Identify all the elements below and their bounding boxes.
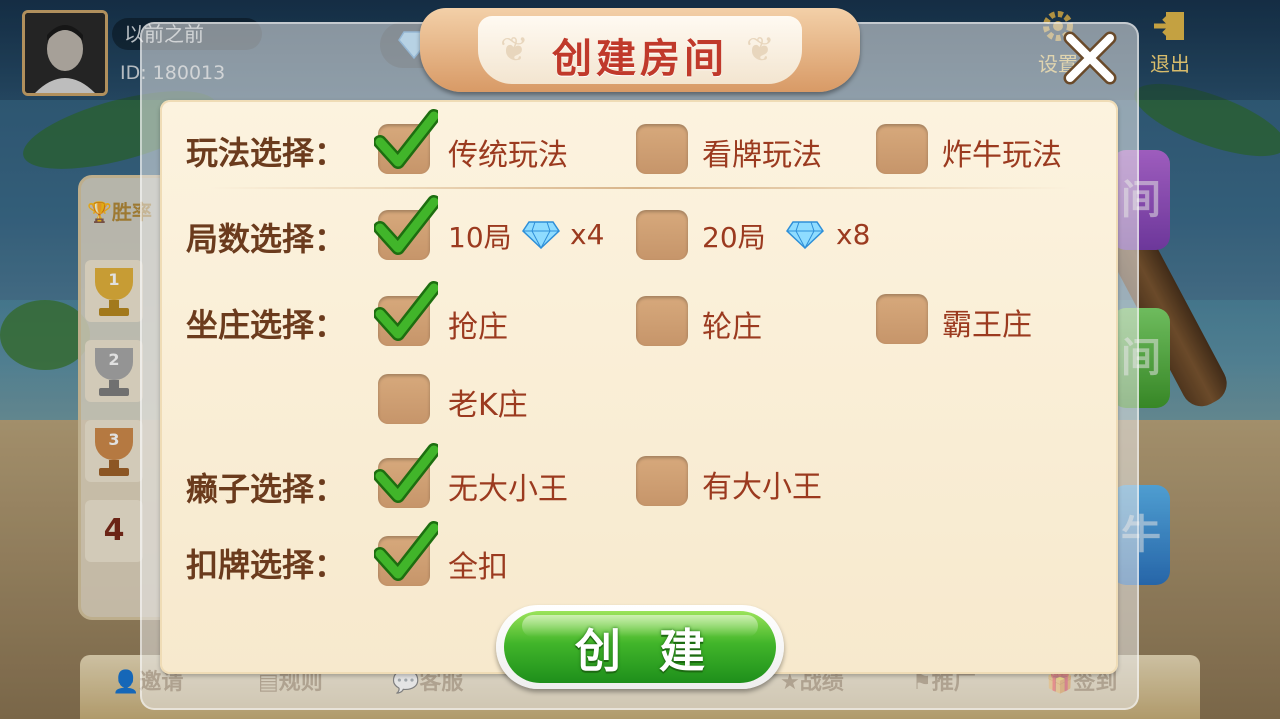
checkbox-rounds-10[interactable] — [374, 195, 438, 260]
cost-rounds-20: x8 — [836, 218, 871, 251]
create-room-button-label: 创建 — [575, 624, 743, 678]
option-wildcard-no-jokers: 无大小王 — [448, 472, 568, 507]
dialog-title: 创建房间 — [552, 36, 728, 82]
wildcard-label: 癞子选择： — [186, 470, 347, 508]
check-mark-icon — [374, 521, 438, 581]
check-mark-icon — [374, 443, 438, 503]
banker-label: 坐庄选择： — [186, 306, 347, 344]
option-fold-all: 全扣 — [448, 550, 508, 585]
checkbox-wildcard-with-jokers[interactable] — [636, 456, 688, 506]
option-wildcard-with-jokers: 有大小王 — [702, 470, 822, 505]
check-mark-icon — [374, 281, 438, 341]
option-play-bomb: 炸牛玩法 — [942, 138, 1062, 173]
close-button[interactable] — [1062, 30, 1118, 86]
diamond-icon — [786, 221, 824, 250]
option-banker-overlord: 霸王庄 — [942, 308, 1032, 343]
checkbox-banker-grab[interactable] — [374, 281, 438, 346]
dialog-title-banner: ❦ ❦ 创建房间 — [420, 8, 860, 92]
checkbox-rounds-20[interactable] — [636, 210, 688, 260]
check-mark-icon — [374, 195, 438, 255]
fold-label: 扣牌选择： — [186, 546, 347, 584]
option-banker-grab: 抢庄 — [448, 310, 508, 345]
checkbox-wildcard-no-jokers[interactable] — [374, 443, 438, 508]
checkbox-play-bomb[interactable] — [876, 124, 928, 174]
diamond-icon — [522, 221, 560, 250]
option-play-look: 看牌玩法 — [702, 138, 822, 173]
checkbox-banker-rotate[interactable] — [636, 296, 688, 346]
option-rounds-10: 10局 — [448, 221, 512, 254]
create-room-button[interactable]: 创建 — [496, 605, 784, 689]
option-rounds-20: 20局 — [702, 221, 766, 254]
check-mark-icon — [374, 109, 438, 169]
checkbox-fold-all[interactable] — [374, 521, 438, 586]
option-banker-oldk: 老K庄 — [448, 388, 528, 423]
checkbox-play-traditional[interactable] — [374, 109, 438, 174]
checkbox-banker-overlord[interactable] — [876, 294, 928, 344]
divider — [210, 187, 1070, 189]
checkbox-banker-oldk[interactable] — [378, 374, 430, 424]
option-banker-rotate: 轮庄 — [702, 310, 762, 345]
option-play-traditional: 传统玩法 — [448, 138, 568, 173]
close-icon — [1063, 31, 1117, 85]
checkbox-play-look[interactable] — [636, 124, 688, 174]
play-mode-label: 玩法选择： — [186, 134, 347, 172]
cost-rounds-10: x4 — [570, 218, 605, 251]
rounds-label: 局数选择： — [186, 220, 347, 258]
